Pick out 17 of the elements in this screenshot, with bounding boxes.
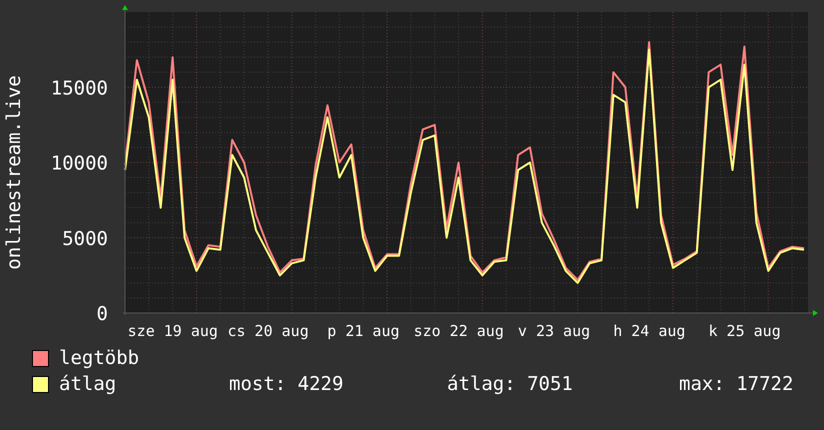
legend-stat: max: 17722 [679, 373, 794, 395]
legend-label: átlag [59, 373, 118, 395]
x-tick-label: p 21 aug [327, 322, 400, 340]
y-tick-label: 0 [96, 303, 108, 325]
x-tick-label: h 24 aug [613, 322, 686, 340]
y-tick-label: 15000 [50, 77, 108, 100]
legend-label: legtöbb [59, 347, 140, 369]
legend-stat: most: 4229 [229, 373, 344, 395]
x-tick-label: sze 19 aug [128, 322, 218, 340]
y-axis-title: onlinestream.live [3, 75, 25, 270]
x-tick-label: cs 20 aug [227, 322, 309, 340]
legend-stat: átlag: 7051 [447, 373, 574, 395]
x-tick-label: szo 22 aug [414, 322, 504, 340]
x-tick-label: k 25 aug [708, 322, 781, 340]
y-tick-label: 5000 [62, 228, 108, 250]
x-tick-label: v 23 aug [518, 322, 590, 340]
y-tick-label: 10000 [50, 152, 108, 174]
